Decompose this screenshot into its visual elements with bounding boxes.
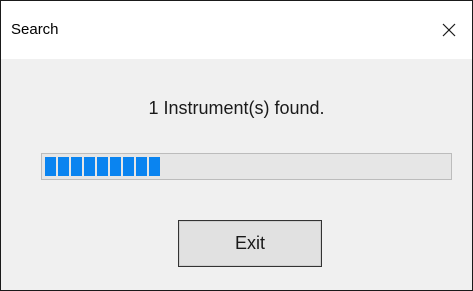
window-title: Search xyxy=(11,21,59,38)
progress-bar xyxy=(41,153,452,180)
close-button[interactable] xyxy=(426,7,472,53)
close-icon xyxy=(442,23,456,37)
progress-segment xyxy=(136,157,147,176)
progress-segment xyxy=(45,157,56,176)
progress-segment xyxy=(123,157,134,176)
progress-fill xyxy=(45,157,160,176)
status-message: 1 Instrument(s) found. xyxy=(148,98,325,118)
progress-segment xyxy=(58,157,69,176)
exit-button[interactable]: Exit xyxy=(178,220,322,267)
progress-segment xyxy=(97,157,108,176)
progress-segment xyxy=(110,157,121,176)
progress-segment xyxy=(84,157,95,176)
progress-segment xyxy=(149,157,160,176)
progress-segment xyxy=(71,157,82,176)
title-bar: Search xyxy=(1,1,472,59)
search-dialog: Search 1 Instrument(s) found. Exit xyxy=(0,0,473,291)
